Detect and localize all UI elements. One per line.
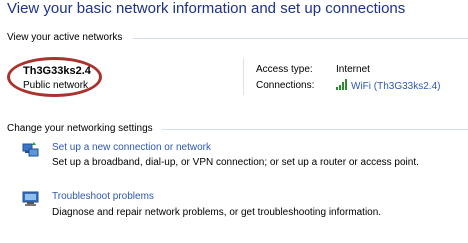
access-type-value: Internet (336, 64, 370, 75)
setup-connection-link[interactable]: Set up a new connection or network (52, 142, 211, 153)
settings-header: Change your networking settings (7, 123, 157, 134)
active-networks-header: View your active networks (7, 32, 127, 43)
settings-divider (162, 129, 468, 130)
setup-connection-description: Set up a broadband, dial-up, or VPN conn… (52, 157, 419, 168)
troubleshoot-link[interactable]: Troubleshoot problems (52, 191, 154, 202)
active-networks-header-label: View your active networks (7, 32, 127, 43)
access-type-label: Access type: (256, 64, 313, 75)
network-name[interactable]: Th3G33ks2.4 (23, 65, 91, 77)
settings-header-label: Change your networking settings (7, 123, 157, 134)
new-connection-icon (22, 142, 39, 158)
troubleshoot-description: Diagnose and repair network problems, or… (52, 207, 382, 218)
highlight-circle (7, 57, 102, 97)
troubleshoot-icon (22, 191, 39, 207)
page-title: View your basic network information and … (7, 0, 406, 17)
wifi-signal-icon (336, 79, 348, 93)
active-networks-divider (133, 38, 468, 39)
connections-label: Connections: (256, 80, 315, 91)
connection-link-label[interactable]: WiFi (Th3G33ks2.4) (351, 81, 440, 92)
network-category-link[interactable]: Public network (23, 80, 88, 91)
network-info-divider (243, 58, 244, 95)
connection-link[interactable]: WiFi (Th3G33ks2.4) (336, 79, 440, 93)
